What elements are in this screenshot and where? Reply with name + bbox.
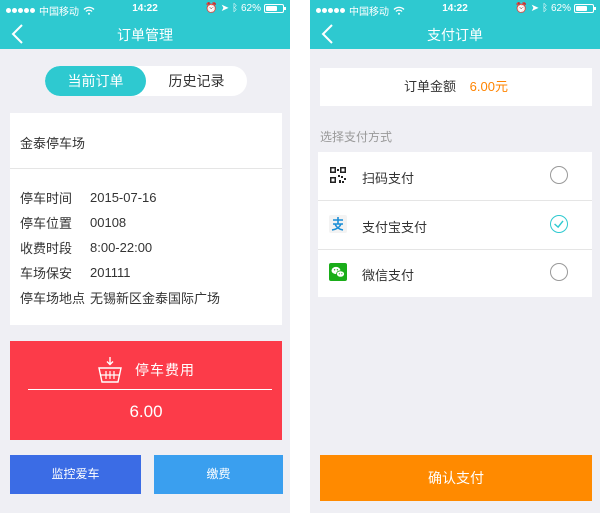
- nav-bar: 订单管理: [0, 18, 290, 49]
- fee-divider: [28, 389, 272, 390]
- order-amount-bar: 订单金额 6.00元: [320, 68, 592, 106]
- detail-row-security-guard: 车场保安 201111: [20, 260, 220, 285]
- status-bar: 中国移动 14:22 ⏰ ➤ ᛒ 62%: [310, 0, 600, 18]
- battery-percent: 62%: [240, 3, 261, 14]
- location-icon: ➤: [220, 3, 229, 14]
- order-tabs: 当前订单 历史记录: [45, 66, 247, 96]
- parking-fee-panel: 停车费用 6.00: [10, 341, 282, 440]
- order-card: 金泰停车场 停车时间 2015-07-16 停车位置 00108 收费时段 8:…: [10, 113, 282, 325]
- detail-label: 停车场地点: [20, 291, 86, 306]
- alarm-icon: ⏰: [515, 3, 528, 14]
- detail-label: 停车时间: [20, 191, 73, 206]
- detail-row-charge-period: 收费时段 8:00-22:00: [20, 235, 220, 260]
- payment-method-heading: 选择支付方式: [320, 130, 393, 144]
- radio-unchecked-icon[interactable]: [550, 263, 568, 281]
- radio-checked-icon[interactable]: [550, 215, 568, 233]
- detail-row-parking-time: 停车时间 2015-07-16: [20, 185, 220, 210]
- tab-history[interactable]: 历史记录: [146, 66, 247, 96]
- monitor-car-button[interactable]: 监控爱车: [10, 455, 141, 494]
- order-management-screen: 中国移动 14:22 ⏰ ➤ ᛒ 62% 订单管理 当前订单 历史记录 金泰停车…: [0, 0, 290, 513]
- detail-row-lot-address: 停车场地点 无锡新区金泰国际广场: [20, 285, 220, 310]
- order-amount-value: 6.00元: [469, 79, 508, 94]
- detail-label: 车场保安: [20, 266, 73, 281]
- payment-option-wechat[interactable]: 微信支付: [318, 249, 592, 297]
- top-bar: 中国移动 14:22 ⏰ ➤ ᛒ 62% 支付订单: [310, 0, 600, 49]
- page-title: 支付订单: [427, 27, 483, 43]
- alipay-icon: [329, 215, 347, 233]
- payment-option-label: 支付宝支付: [362, 220, 428, 235]
- tab-current-orders[interactable]: 当前订单: [45, 66, 146, 96]
- detail-label: 收费时段: [20, 241, 73, 256]
- payment-option-label: 微信支付: [362, 268, 415, 283]
- payment-option-label: 扫码支付: [362, 171, 415, 186]
- confirm-payment-button[interactable]: 确认支付: [320, 455, 592, 501]
- parking-lot-name: 金泰停车场: [20, 136, 86, 151]
- detail-value: 201111: [90, 265, 131, 280]
- radio-unchecked-icon[interactable]: [550, 166, 568, 184]
- battery-icon: [574, 4, 596, 13]
- nav-bar: 支付订单: [310, 18, 600, 49]
- order-amount-label: 订单金额: [404, 79, 457, 94]
- detail-value: 无锡新区金泰国际广场: [90, 291, 221, 306]
- back-arrow-icon[interactable]: [8, 22, 30, 46]
- battery-icon: [264, 4, 286, 13]
- detail-value: 2015-07-16: [90, 190, 157, 205]
- payment-order-screen: 中国移动 14:22 ⏰ ➤ ᛒ 62% 支付订单 订单金额 6.00元 选择支…: [310, 0, 600, 513]
- wechat-icon: [329, 263, 347, 281]
- detail-label: 停车位置: [20, 216, 73, 231]
- pay-fee-button[interactable]: 缴费: [154, 455, 283, 494]
- battery-percent: 62%: [550, 3, 571, 14]
- detail-row-parking-space: 停车位置 00108: [20, 210, 220, 235]
- alarm-icon: ⏰: [205, 3, 218, 14]
- bluetooth-icon: ᛒ: [231, 3, 238, 14]
- status-bar: 中国移动 14:22 ⏰ ➤ ᛒ 62%: [0, 0, 290, 18]
- divider: [10, 168, 282, 169]
- detail-value: 8:00-22:00: [90, 240, 153, 255]
- fee-title: 停车费用: [135, 362, 195, 378]
- detail-value: 00108: [90, 215, 127, 230]
- basket-icon: [98, 357, 122, 383]
- order-details: 停车时间 2015-07-16 停车位置 00108 收费时段 8:00-22:…: [20, 185, 220, 310]
- back-arrow-icon[interactable]: [318, 22, 340, 46]
- bluetooth-icon: ᛒ: [541, 3, 548, 14]
- location-icon: ➤: [530, 3, 539, 14]
- top-bar: 中国移动 14:22 ⏰ ➤ ᛒ 62% 订单管理: [0, 0, 290, 49]
- qr-code-icon: [329, 166, 347, 184]
- fee-amount: 6.00: [129, 402, 163, 421]
- payment-option-alipay[interactable]: 支付宝支付: [318, 201, 592, 249]
- page-title: 订单管理: [117, 27, 173, 43]
- payment-option-qr[interactable]: 扫码支付: [318, 152, 592, 200]
- payment-methods-list: 扫码支付 支付宝支付 微信支付: [318, 152, 592, 297]
